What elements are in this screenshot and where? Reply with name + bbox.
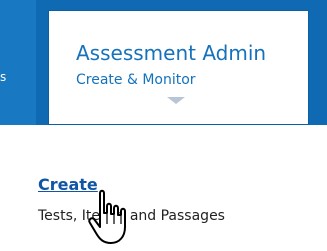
hand-pointer-icon: [88, 189, 126, 244]
nav-tab-subtitle: Create & Monitor: [76, 72, 196, 88]
nav-tab-previous-label: s: [0, 70, 7, 84]
top-nav-bar: s Assessment Admin Create & Monitor: [0, 0, 327, 125]
nav-tab-previous[interactable]: s: [0, 0, 36, 125]
chevron-down-icon[interactable]: [167, 97, 185, 104]
nav-tab-assessment-admin[interactable]: Assessment Admin Create & Monitor: [48, 10, 309, 125]
nav-tab-title: Assessment Admin: [76, 41, 267, 65]
